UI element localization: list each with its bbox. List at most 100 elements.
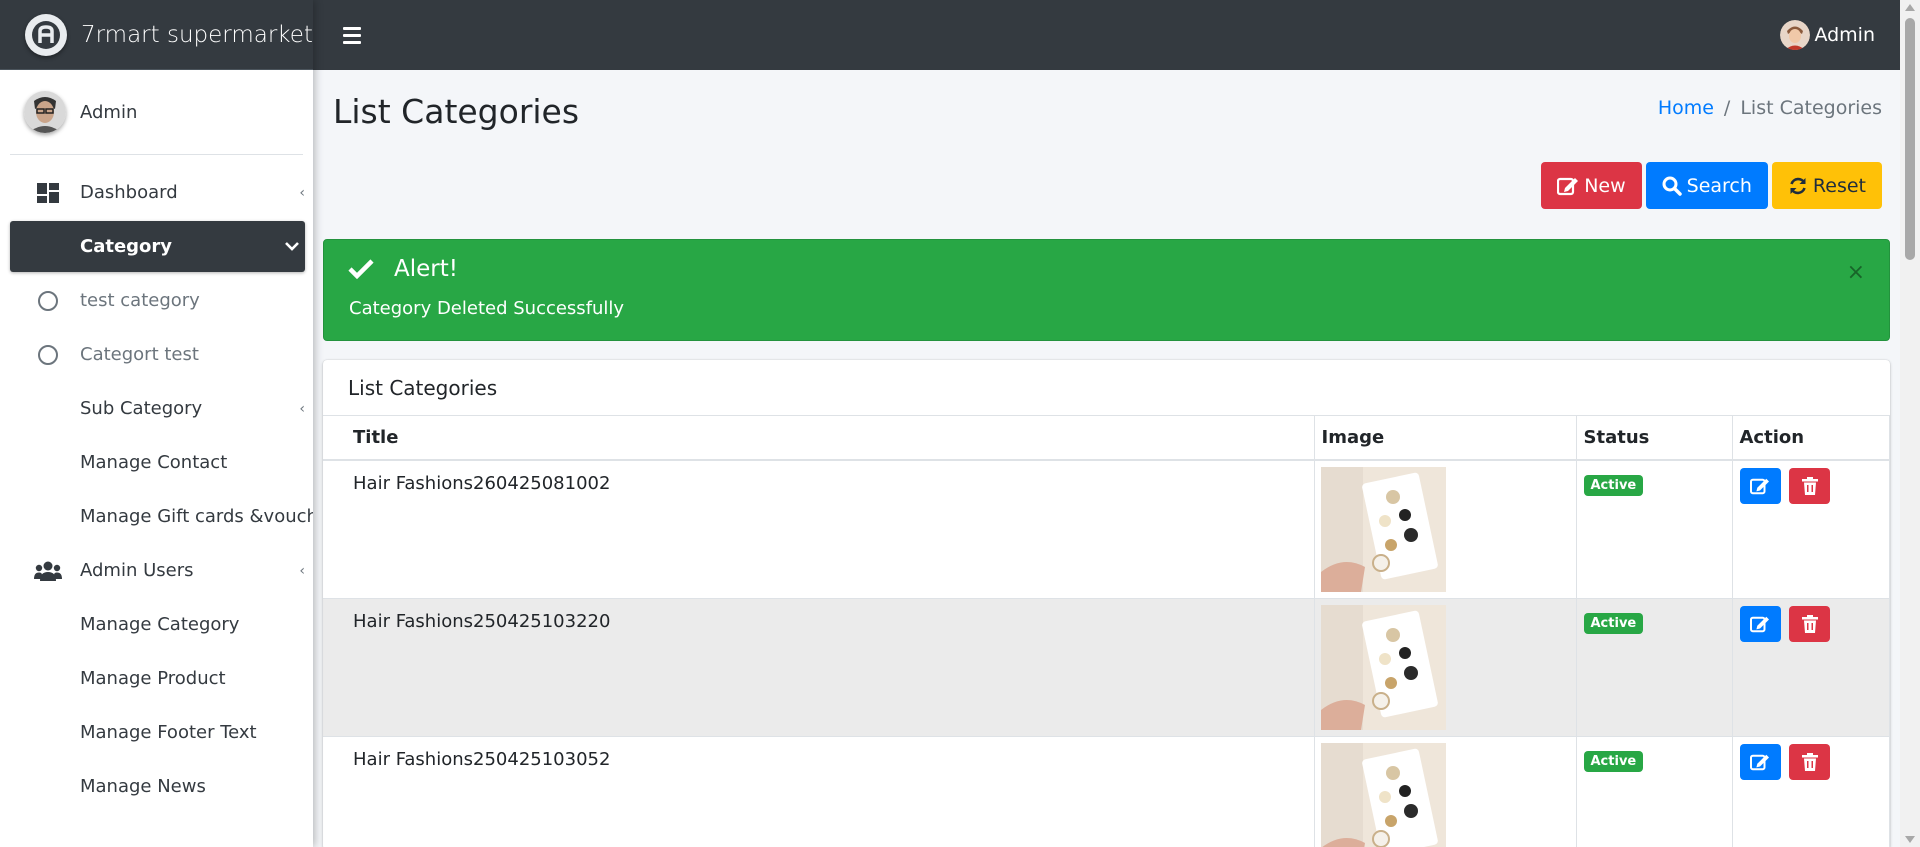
delete-button[interactable] [1789, 468, 1831, 504]
edit-icon [1557, 177, 1579, 195]
edit-icon [1750, 616, 1769, 632]
column-header-status: Status [1576, 416, 1733, 461]
delete-button[interactable] [1789, 605, 1831, 642]
status-badge: Active [1583, 750, 1644, 772]
toolbar: New Search Reset [1541, 162, 1882, 209]
top-user-menu[interactable]: Admin [1780, 20, 1875, 50]
category-image [1320, 742, 1446, 847]
reset-button-label: Reset [1812, 174, 1866, 197]
success-alert: Alert! Category Deleted Successfully × [323, 239, 1890, 341]
sidebar-item-label: test category [80, 290, 200, 311]
sidebar-item-label: Manage Footer Text [80, 722, 257, 743]
column-header-action: Action [1732, 416, 1890, 461]
column-header-image: Image [1314, 416, 1577, 461]
table-row: Hair Fashions260425081002 Active [323, 459, 1890, 598]
table-header-row: Title Image Status Action [323, 416, 1890, 461]
new-button[interactable]: New [1541, 162, 1642, 209]
sidebar-item-manage-product[interactable]: Manage Product [10, 653, 305, 704]
scroll-up-icon[interactable] [1905, 4, 1915, 11]
sidebar-item-label: Dashboard [80, 182, 178, 203]
row-title: Hair Fashions260425081002 [323, 459, 1315, 598]
dashboard-icon [30, 182, 66, 203]
sidebar-item-label: Admin Users [80, 560, 194, 581]
sidebar-item-label: Sub Category [80, 398, 203, 419]
sidebar-item-label: Manage Category [80, 614, 240, 635]
search-button[interactable]: Search [1645, 162, 1768, 209]
category-image [1320, 604, 1446, 730]
sidebar-item-manage-news[interactable]: Manage News [10, 761, 305, 812]
chevron-left-icon: ‹ [299, 562, 305, 579]
sidebar-nav: Dashboard ‹ Category test category Categ… [0, 155, 313, 812]
edit-icon [1750, 478, 1769, 495]
sidebar-item-manage-footer-text[interactable]: Manage Footer Text [10, 707, 305, 758]
alert-message: Category Deleted Successfully [349, 298, 625, 319]
close-icon[interactable]: × [1847, 260, 1865, 285]
page-scrollbar[interactable] [1900, 0, 1920, 847]
edit-icon [1750, 754, 1769, 770]
sidebar-item-test-category[interactable]: test category [10, 275, 305, 326]
search-icon [1662, 176, 1682, 196]
sidebar-item-label: Category [80, 236, 173, 257]
scrollbar-thumb[interactable] [1905, 18, 1915, 260]
scroll-down-icon[interactable] [1905, 836, 1915, 843]
sidebar-item-dashboard[interactable]: Dashboard ‹ [10, 167, 305, 218]
sidebar-item-category[interactable]: Category [10, 221, 305, 272]
sidebar-item-categort-test[interactable]: Categort test [10, 329, 305, 380]
avatar [1780, 20, 1811, 50]
refresh-icon [1790, 177, 1806, 194]
sidebar-item-sub-category[interactable]: Sub Category ‹ [10, 383, 305, 434]
brand-link[interactable]: 7rmart supermarket [0, 0, 313, 70]
sidebar-item-label: Manage News [80, 776, 206, 797]
breadcrumb-home-link[interactable]: Home [1658, 97, 1714, 119]
trash-icon [1801, 477, 1818, 495]
status-badge: Active [1583, 612, 1644, 634]
sidebar-item-admin-users[interactable]: Admin Users ‹ [10, 545, 305, 596]
check-icon [348, 259, 374, 279]
row-title: Hair Fashions250425103220 [323, 597, 1315, 736]
edit-button[interactable] [1739, 743, 1781, 780]
status-badge: Active [1583, 475, 1644, 496]
sidebar-user-panel[interactable]: Admin [10, 70, 303, 155]
page-title: List Categories [333, 92, 580, 131]
trash-icon [1801, 752, 1818, 771]
breadcrumb: Home / List Categories [1658, 97, 1882, 119]
new-button-label: New [1584, 174, 1626, 197]
sidebar-item-label: Manage Gift cards &voucher [80, 506, 313, 527]
categories-table: Title Image Status Action Hair Fashions2… [323, 416, 1890, 847]
breadcrumb-separator: / [1723, 97, 1731, 119]
row-title: Hair Fashions250425103052 [323, 735, 1315, 847]
chevron-down-icon [285, 239, 299, 255]
sidebar-item-manage-contact[interactable]: Manage Contact [10, 437, 305, 488]
edit-button[interactable] [1739, 605, 1781, 642]
column-header-title: Title [323, 416, 1315, 461]
table-row: Hair Fashions250425103220 Active [323, 597, 1890, 736]
chevron-left-icon: ‹ [299, 400, 305, 417]
categories-card: List Categories Title Image Status Actio… [323, 360, 1890, 847]
trash-icon [1801, 614, 1818, 633]
alert-title-text: Alert! [394, 256, 458, 282]
sidebar-item-manage-gift-cards[interactable]: Manage Gift cards &voucher [10, 491, 313, 542]
users-icon [30, 561, 66, 581]
brand-name: 7rmart supermarket [81, 21, 313, 48]
top-user-name: Admin [1814, 24, 1875, 46]
breadcrumb-current: List Categories [1740, 97, 1882, 119]
chevron-left-icon: ‹ [299, 184, 305, 201]
circle-icon [30, 290, 66, 311]
sidebar-item-label: Categort test [80, 344, 199, 365]
main-content: List Categories Home / List Categories N… [313, 70, 1900, 847]
sidebar-item-label: Manage Contact [80, 452, 228, 473]
top-navbar: Admin [313, 0, 1900, 70]
sidebar-item-label: Manage Product [80, 668, 226, 689]
reset-button[interactable]: Reset [1771, 162, 1882, 209]
circle-icon [30, 344, 66, 365]
menu-toggle-icon[interactable] [343, 26, 361, 44]
brand-logo-icon [25, 13, 67, 56]
sidebar-user-name: Admin [80, 101, 138, 123]
sidebar-item-manage-category[interactable]: Manage Category [10, 599, 305, 650]
edit-button[interactable] [1739, 468, 1781, 504]
search-button-label: Search [1686, 174, 1752, 197]
table-row: Hair Fashions250425103052 Active [323, 735, 1890, 847]
delete-button[interactable] [1789, 743, 1831, 780]
category-image [1320, 467, 1446, 592]
sidebar: 7rmart supermarket Admin Dashboard ‹ Cat… [0, 0, 313, 847]
